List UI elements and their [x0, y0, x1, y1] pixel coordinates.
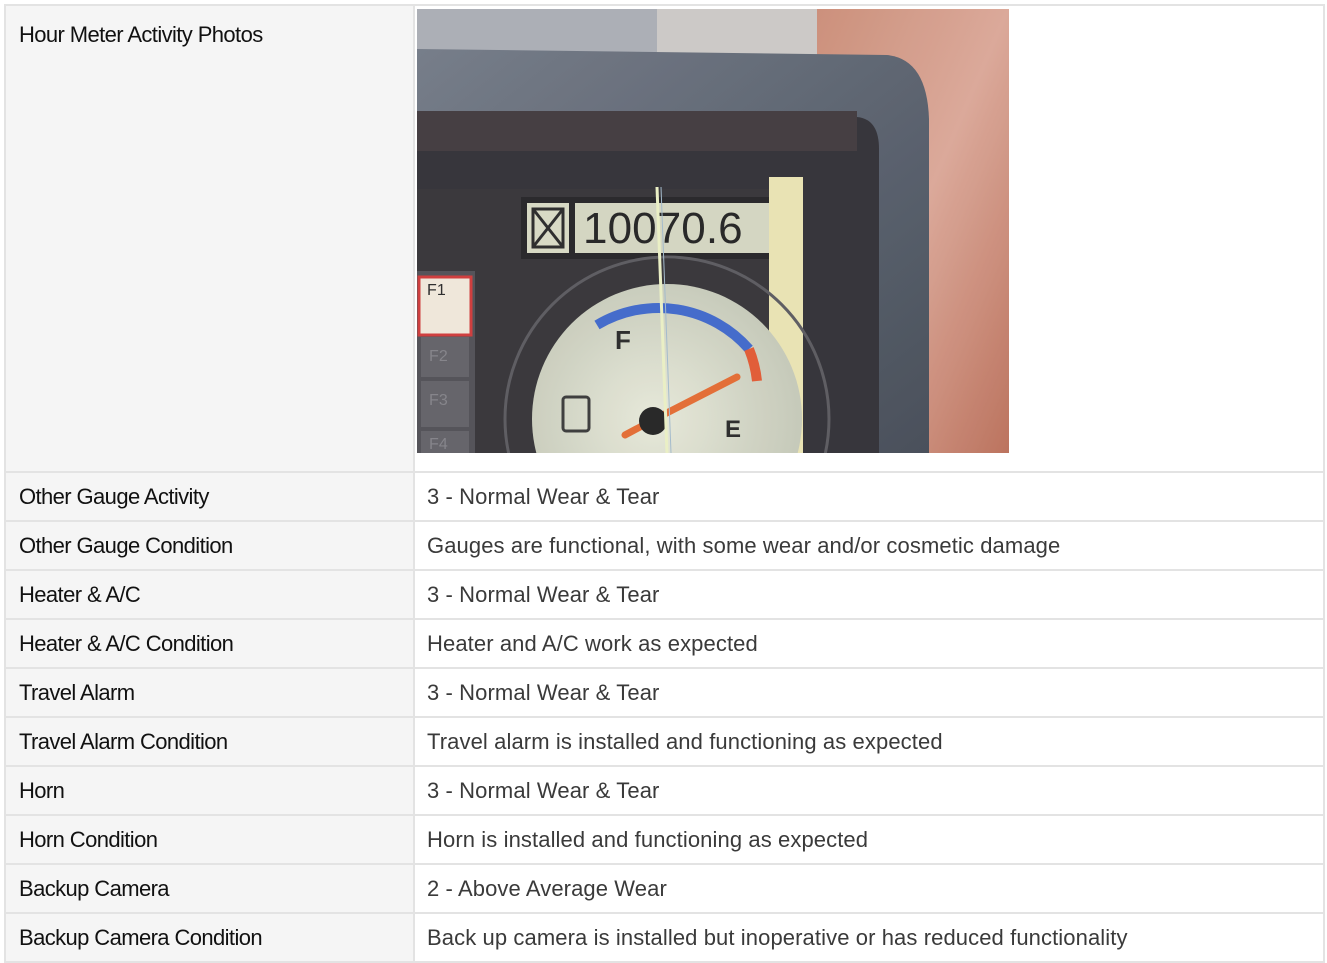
row-value: 3 - Normal Wear & Tear [413, 471, 1325, 522]
table-row: Horn Condition Horn is installed and fun… [4, 814, 1325, 865]
photo-cell: 10070.6 F1 F2 F3 F4 [413, 4, 1325, 473]
table-row: Other Gauge Condition Gauges are functio… [4, 520, 1325, 571]
table-row: Heater & A/C Condition Heater and A/C wo… [4, 618, 1325, 669]
table-row: Other Gauge Activity 3 - Normal Wear & T… [4, 471, 1325, 522]
inspection-table: Hour Meter Activity Photos F1 F2 F3 F4 F… [4, 4, 1325, 963]
table-row: Backup Camera 2 - Above Average Wear [4, 863, 1325, 914]
row-label: Backup Camera Condition [4, 912, 415, 963]
row-value: Travel alarm is installed and functionin… [413, 716, 1325, 767]
row-label: Other Gauge Condition [4, 520, 415, 571]
row-value: 2 - Above Average Wear [413, 863, 1325, 914]
row-value: Horn is installed and functioning as exp… [413, 814, 1325, 865]
row-label: Horn Condition [4, 814, 415, 865]
row-label: Travel Alarm Condition [4, 716, 415, 767]
row-label: Heater & A/C [4, 569, 415, 620]
row-label: Heater & A/C Condition [4, 618, 415, 669]
row-value: 3 - Normal Wear & Tear [413, 667, 1325, 718]
table-row: Heater & A/C 3 - Normal Wear & Tear [4, 569, 1325, 620]
row-label: Backup Camera [4, 863, 415, 914]
row-label: Travel Alarm [4, 667, 415, 718]
table-row: Travel Alarm 3 - Normal Wear & Tear [4, 667, 1325, 718]
table-row: Horn 3 - Normal Wear & Tear [4, 765, 1325, 816]
row-label: Hour Meter Activity Photos [4, 4, 415, 473]
row-value: 3 - Normal Wear & Tear [413, 569, 1325, 620]
row-value: Back up camera is installed but inoperat… [413, 912, 1325, 963]
table-row: Travel Alarm Condition Travel alarm is i… [4, 716, 1325, 767]
row-value: Gauges are functional, with some wear an… [413, 520, 1325, 571]
row-label: Other Gauge Activity [4, 471, 415, 522]
row-value: Heater and A/C work as expected [413, 618, 1325, 669]
table-row-hour-meter-photos: Hour Meter Activity Photos F1 F2 F3 F4 F… [4, 4, 1325, 473]
hour-meter-photo[interactable]: 10070.6 F1 F2 F3 F4 [417, 9, 1009, 453]
row-label: Horn [4, 765, 415, 816]
table-row: Backup Camera Condition Back up camera i… [4, 912, 1325, 963]
row-value: 3 - Normal Wear & Tear [413, 765, 1325, 816]
